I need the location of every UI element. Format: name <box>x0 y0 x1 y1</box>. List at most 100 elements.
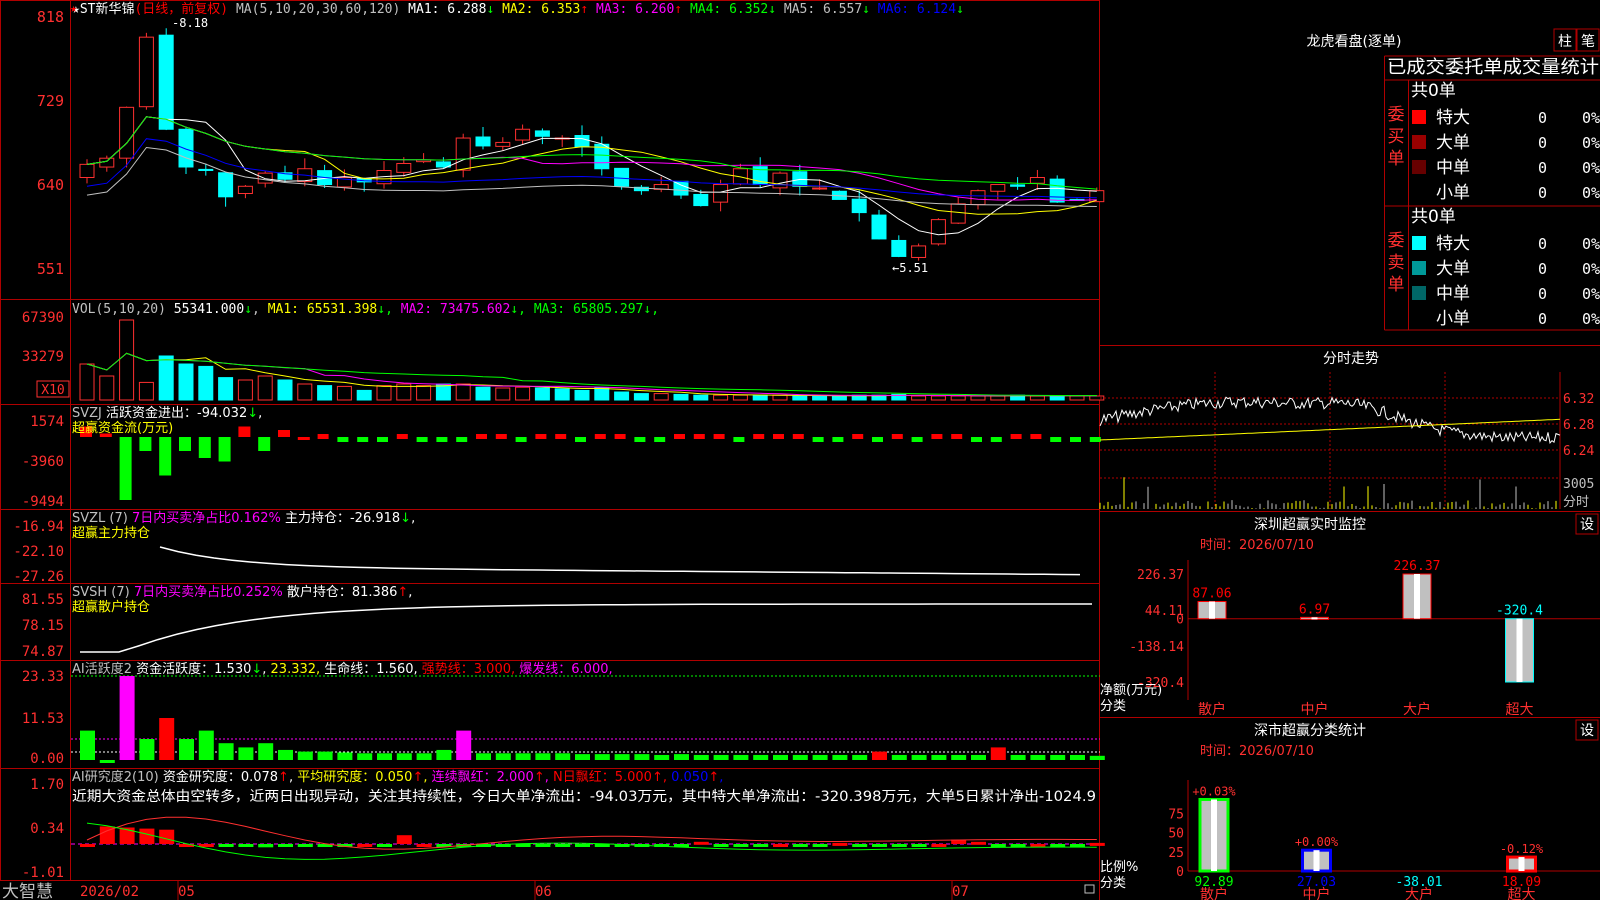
activity-bar <box>198 730 214 760</box>
activity-bar <box>931 754 947 760</box>
svsh-y-tick: 81.55 <box>22 592 64 608</box>
activity-bar <box>713 754 729 760</box>
activity-bar <box>773 754 788 760</box>
volume-bar <box>416 385 432 401</box>
candle-body <box>1010 184 1026 187</box>
research-bar <box>416 844 432 847</box>
activity-bar <box>119 676 135 760</box>
aires-item-arrow: ↑ <box>278 770 289 785</box>
candle-body <box>138 36 154 108</box>
volume-bar <box>237 379 253 401</box>
buy-side-label: 买 <box>1388 127 1405 147</box>
aiact-header: AI活跃度2 资金活跃度：1.530↓, 23.332, 生命线：1.560, … <box>72 661 613 677</box>
chart1-category-label: 散户 <box>1198 701 1226 718</box>
buy-row-count: 0 <box>1538 184 1547 202</box>
aires-item-arrow: ↑ <box>534 770 545 785</box>
chart2-y-tick: 0 <box>1176 865 1184 880</box>
vol-ma-arrow: ↓, <box>510 302 533 317</box>
activity-bar <box>872 751 887 760</box>
research-bar <box>891 844 907 847</box>
candle-body <box>534 130 550 137</box>
volume-bar <box>693 394 709 401</box>
flow-bar <box>614 434 626 439</box>
flow-bar <box>792 434 804 439</box>
chart2-bar-highlight <box>1211 799 1217 871</box>
bar-mode-button[interactable]: 柱 <box>1558 34 1572 50</box>
legend-swatch <box>1412 135 1426 149</box>
sz-monitor-xcaption: 分类 <box>1100 699 1126 714</box>
aires-item: 平均研究度：0.050 <box>297 769 412 785</box>
activity-bar <box>515 753 531 760</box>
flow-bar <box>119 437 132 500</box>
volume-bar <box>653 393 669 401</box>
sell-side-label: 委 <box>1388 231 1405 251</box>
volume-bar <box>297 383 313 401</box>
aires-item-arrow: ↑ <box>412 770 423 785</box>
sell-row-pct: 0% <box>1582 285 1600 303</box>
ma-value: MA1: 6.288 <box>408 2 486 17</box>
aires-commentary: 近期大资金总体由空转多，近两日出现异动，关注其持续性，今日大单净流出：-94.0… <box>72 788 1096 805</box>
volume-bar <box>1029 395 1045 401</box>
activity-bar <box>139 739 155 760</box>
aires-item-sep: , <box>663 770 671 785</box>
svzj-sub: 超赢资金流(万元) <box>72 420 173 436</box>
volume-bar <box>178 363 194 401</box>
volume-bar <box>1069 395 1085 401</box>
flow-bar <box>832 437 844 442</box>
activity-bar <box>990 747 1006 760</box>
volume-bar <box>534 387 550 401</box>
activity-bar <box>812 754 828 760</box>
aiact-item-sep: , <box>316 662 324 677</box>
ma-arrow: ↑ <box>674 2 682 17</box>
svsh-value: 81.386 <box>352 585 398 600</box>
flow-bar <box>198 437 211 458</box>
volume-bar <box>119 319 135 401</box>
vol-label: VOL(5,10,20) <box>72 302 166 317</box>
candle-body <box>772 172 788 189</box>
svzl-sub: 超赢主力持仓 <box>72 525 150 541</box>
intraday-title: 分时走势 <box>1323 351 1379 367</box>
volume-bar <box>614 391 630 401</box>
vol-unit-badge: X10 <box>41 383 64 398</box>
kline-header: ★ST新华锦(日线，前复权) MA(5,10,20,30,60,120) MA1… <box>72 1 964 17</box>
flow-bar <box>693 434 705 439</box>
research-bar <box>931 844 947 847</box>
candle-body <box>475 136 491 147</box>
flow-bar <box>1030 434 1042 439</box>
activity-bar <box>179 739 194 760</box>
ma-value: MA6: 6.124 <box>870 2 956 17</box>
sell-row-count: 0 <box>1538 235 1547 253</box>
candle-body <box>911 245 927 258</box>
flow-bar <box>159 437 172 476</box>
flow-bar <box>654 437 666 442</box>
buy-side-label: 委 <box>1388 105 1405 125</box>
sell-row-pct: 0% <box>1582 260 1600 278</box>
chart1-y-tick: 226.37 <box>1137 568 1184 583</box>
ma-value: MA4: 6.352 <box>682 2 768 17</box>
sz-monitor-time: 时间：2026/07/10 <box>1200 538 1314 553</box>
svsh-sub: 超赢散户持仓 <box>72 599 150 615</box>
activity-bar <box>733 754 749 760</box>
sell-row-name: 大单 <box>1436 259 1470 279</box>
volume-bar <box>574 389 590 401</box>
activity-bar <box>337 752 353 760</box>
aires-items: 资金研究度：0.078↑, 平均研究度：0.050↑, 连续飘红：2.000↑,… <box>163 769 724 785</box>
activity-bar <box>1030 754 1046 760</box>
sz-monitor-settings-button[interactable]: 设 <box>1580 517 1594 533</box>
research-bar <box>139 828 155 844</box>
svzl-y-axis: -16.94 -22.10 -27.26 <box>13 519 64 585</box>
research-bar <box>773 844 788 847</box>
ma-arrow: ↓ <box>862 2 870 17</box>
star-mark: ★ <box>70 1 77 15</box>
flow-bar <box>713 434 725 439</box>
intraday-vol-tick: 3005 <box>1563 477 1594 492</box>
date-label: 05 <box>178 884 195 900</box>
chart2-y-tick: 25 <box>1168 846 1184 861</box>
tick-mode-button[interactable]: 笔 <box>1581 34 1595 50</box>
vol-value: 55341.000 <box>174 302 244 317</box>
volume-bar <box>752 394 768 401</box>
sz-class-settings-button[interactable]: 设 <box>1580 723 1594 739</box>
activity-bar <box>634 754 650 760</box>
research-bar <box>218 844 234 847</box>
chart1-value-label: 6.97 <box>1299 602 1330 617</box>
